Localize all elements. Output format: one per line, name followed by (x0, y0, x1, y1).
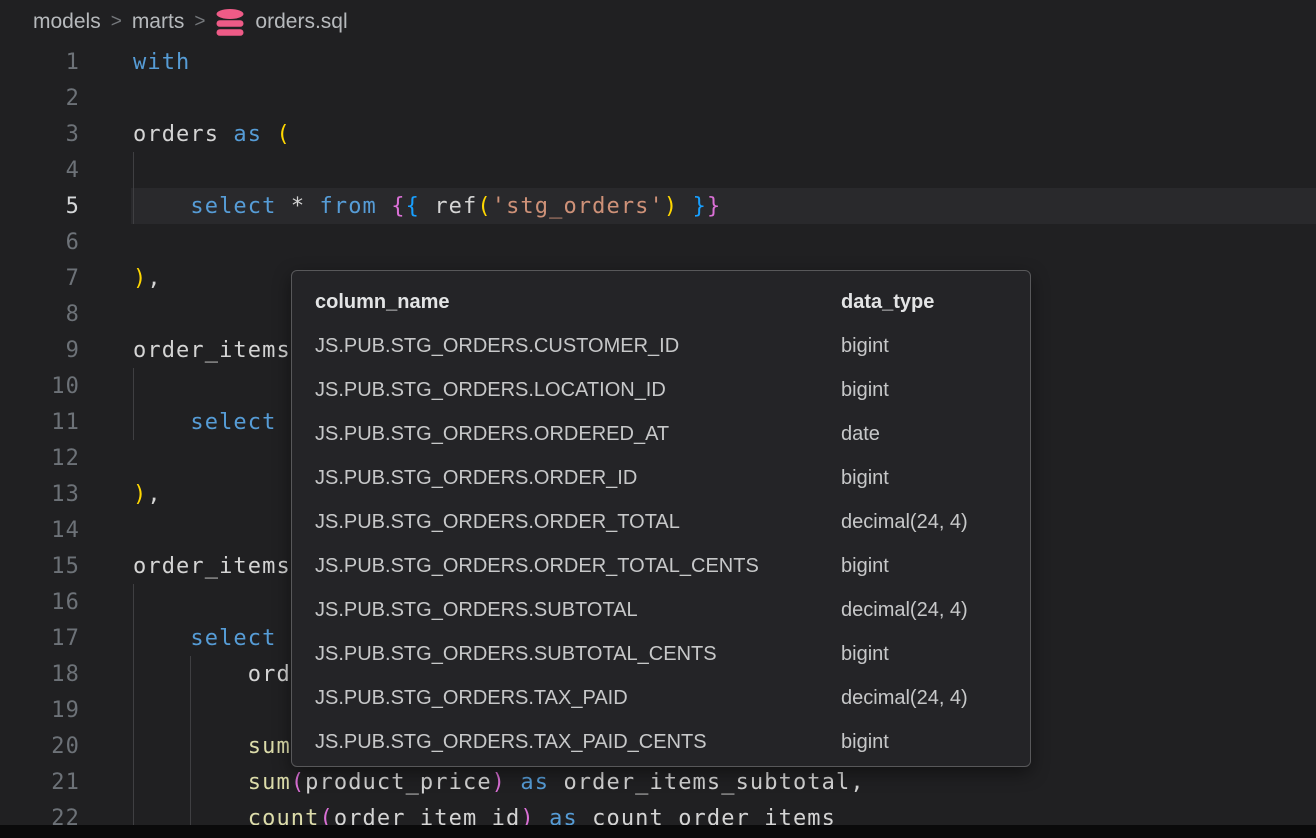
popup-cell-column-name: JS.PUB.STG_ORDERS.ORDER_TOTAL_CENTS (315, 555, 841, 578)
code-text: orders as ( (133, 122, 291, 147)
code-editor[interactable]: 1 with 2 3 orders as ( 4 5 select * from {{ re… (0, 44, 1316, 836)
popup-cell-column-name: JS.PUB.STG_ORDERS.ORDERED_AT (315, 423, 841, 446)
line-number: 2 (0, 86, 80, 111)
line-number: 19 (0, 698, 80, 723)
code-line[interactable]: 1 with (0, 44, 1316, 80)
code-line[interactable]: 4 (0, 152, 1316, 188)
popup-cell-data-type: bigint (841, 555, 1007, 578)
code-line[interactable]: 5 select * from {{ ref('stg_orders') }} (0, 188, 1316, 224)
popup-row: JS.PUB.STG_ORDERS.SUBTOTAL_CENTSbigint (315, 632, 1007, 676)
code-text: ord (133, 662, 291, 687)
line-number: 6 (0, 230, 80, 255)
code-line[interactable]: 3 orders as ( (0, 116, 1316, 152)
popup-cell-column-name: JS.PUB.STG_ORDERS.SUBTOTAL (315, 599, 841, 622)
code-text: sum(product_price) as order_items_subtot… (133, 770, 865, 795)
line-number: 9 (0, 338, 80, 363)
database-icon (215, 9, 245, 36)
code-text: ), (133, 266, 162, 291)
popup-row: JS.PUB.STG_ORDERS.ORDER_TOTAL_CENTSbigin… (315, 544, 1007, 588)
line-number: 1 (0, 50, 80, 75)
popup-row: JS.PUB.STG_ORDERS.ORDER_TOTALdecimal(24,… (315, 500, 1007, 544)
code-text: with (133, 50, 190, 75)
code-text: ), (133, 482, 162, 507)
code-text: select (133, 410, 276, 435)
line-number: 4 (0, 158, 80, 183)
breadcrumb: models > marts > orders.sql (0, 0, 1316, 44)
popup-row: JS.PUB.STG_ORDERS.CUSTOMER_IDbigint (315, 324, 1007, 368)
popup-cell-column-name: JS.PUB.STG_ORDERS.LOCATION_ID (315, 379, 841, 402)
indent-guide (133, 584, 134, 620)
popup-row: JS.PUB.STG_ORDERS.ORDER_IDbigint (315, 456, 1007, 500)
line-number: 13 (0, 482, 80, 507)
popup-cell-data-type: bigint (841, 379, 1007, 402)
code-line[interactable]: 21 sum(product_price) as order_items_sub… (0, 764, 1316, 800)
popup-cell-data-type: decimal(24, 4) (841, 511, 1007, 534)
popup-cell-column-name: JS.PUB.STG_ORDERS.CUSTOMER_ID (315, 335, 841, 358)
line-number: 16 (0, 590, 80, 615)
popup-row: JS.PUB.STG_ORDERS.TAX_PAID_CENTSbigint (315, 720, 1007, 764)
popup-cell-data-type: bigint (841, 643, 1007, 666)
popup-row: JS.PUB.STG_ORDERS.ORDERED_ATdate (315, 412, 1007, 456)
line-number: 7 (0, 266, 80, 291)
line-number: 10 (0, 374, 80, 399)
popup-row: JS.PUB.STG_ORDERS.LOCATION_IDbigint (315, 368, 1007, 412)
popup-header-data-type: data_type (841, 291, 1007, 314)
indent-guide (133, 152, 134, 188)
line-number: 14 (0, 518, 80, 543)
breadcrumb-item-models[interactable]: models (33, 10, 101, 34)
code-line[interactable]: 6 (0, 224, 1316, 260)
code-text: order_items (133, 554, 291, 579)
column-info-popup: column_namedata_typeJS.PUB.STG_ORDERS.CU… (291, 270, 1031, 767)
line-number: 5 (0, 194, 80, 219)
chevron-right-icon: > (111, 11, 122, 33)
line-number: 12 (0, 446, 80, 471)
popup-cell-data-type: bigint (841, 335, 1007, 358)
popup-cell-column-name: JS.PUB.STG_ORDERS.SUBTOTAL_CENTS (315, 643, 841, 666)
code-text: select * from {{ ref('stg_orders') }} (133, 194, 721, 219)
popup-cell-data-type: bigint (841, 467, 1007, 490)
code-line[interactable]: 2 (0, 80, 1316, 116)
chevron-right-icon: > (194, 11, 205, 33)
code-text: order_items (133, 338, 291, 363)
popup-cell-data-type: decimal(24, 4) (841, 599, 1007, 622)
popup-header-row: column_namedata_type (315, 280, 1007, 324)
line-number: 21 (0, 770, 80, 795)
line-number: 8 (0, 302, 80, 327)
popup-header-column-name: column_name (315, 291, 841, 314)
indent-guide (190, 692, 191, 728)
popup-cell-data-type: bigint (841, 731, 1007, 754)
breadcrumb-item-file[interactable]: orders.sql (255, 10, 347, 34)
popup-cell-column-name: JS.PUB.STG_ORDERS.ORDER_TOTAL (315, 511, 841, 534)
indent-guide (133, 368, 134, 404)
popup-cell-data-type: decimal(24, 4) (841, 687, 1007, 710)
line-number: 20 (0, 734, 80, 759)
popup-cell-column-name: JS.PUB.STG_ORDERS.TAX_PAID_CENTS (315, 731, 841, 754)
line-number: 17 (0, 626, 80, 651)
breadcrumb-item-marts[interactable]: marts (132, 10, 185, 34)
popup-row: JS.PUB.STG_ORDERS.SUBTOTALdecimal(24, 4) (315, 588, 1007, 632)
line-number: 15 (0, 554, 80, 579)
line-number: 18 (0, 662, 80, 687)
line-number: 3 (0, 122, 80, 147)
popup-row: JS.PUB.STG_ORDERS.TAX_PAIDdecimal(24, 4) (315, 676, 1007, 720)
indent-guide (133, 692, 134, 728)
code-text: select (133, 626, 276, 651)
popup-cell-data-type: date (841, 423, 1007, 446)
popup-cell-column-name: JS.PUB.STG_ORDERS.TAX_PAID (315, 687, 841, 710)
popup-cell-column-name: JS.PUB.STG_ORDERS.ORDER_ID (315, 467, 841, 490)
line-number: 11 (0, 410, 80, 435)
bottom-panel-edge (0, 825, 1316, 838)
